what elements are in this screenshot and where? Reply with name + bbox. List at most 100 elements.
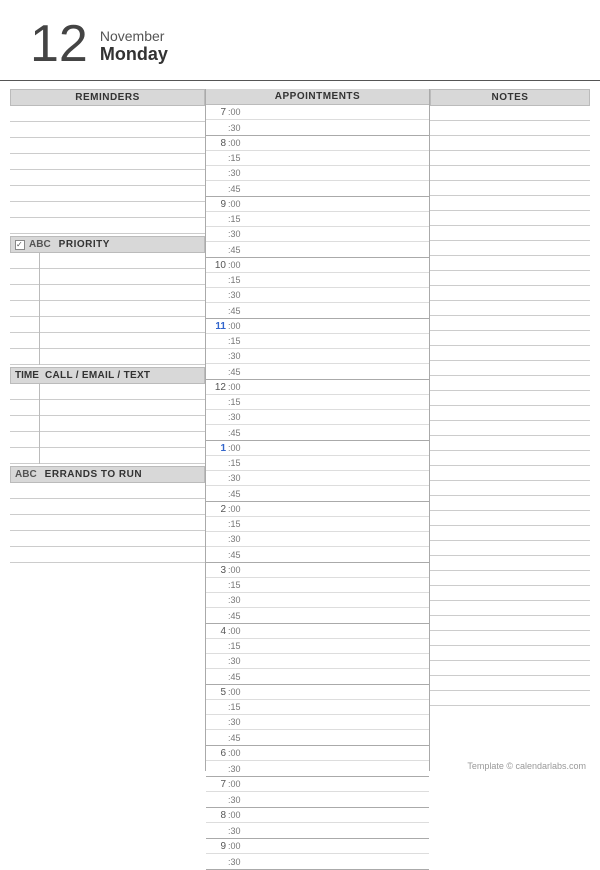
notes-line xyxy=(430,481,590,496)
left-column: REMINDERS ABC PRIORITY xyxy=(10,89,205,771)
notes-line xyxy=(430,676,590,691)
appt-hour-num: 1 xyxy=(206,443,228,454)
appt-min-label: :45 xyxy=(228,306,246,316)
appt-line xyxy=(246,151,429,165)
appt-min-label: :30 xyxy=(228,534,246,544)
appt-min-label: :30 xyxy=(228,826,246,836)
appt-line xyxy=(246,563,429,577)
appt-slot: 7:00 xyxy=(206,105,429,120)
appt-line xyxy=(246,808,429,822)
appt-line xyxy=(246,777,429,791)
notes-line xyxy=(430,136,590,151)
notes-lines xyxy=(430,106,590,706)
appt-hour-group: 12:00:15:30:45 xyxy=(206,380,429,441)
errands-line xyxy=(10,483,205,499)
notes-line xyxy=(430,496,590,511)
appt-min-label: :30 xyxy=(228,412,246,422)
reminders-lines xyxy=(10,106,205,234)
notes-line xyxy=(430,346,590,361)
appt-hour-num: 8 xyxy=(206,138,228,149)
appt-line xyxy=(246,502,429,516)
call-main-label: CALL / EMAIL / TEXT xyxy=(45,370,150,381)
appt-min-label: :15 xyxy=(228,641,246,651)
priority-line xyxy=(40,301,205,317)
main-content: REMINDERS ABC PRIORITY xyxy=(0,89,600,771)
appt-min-label: :30 xyxy=(228,229,246,239)
errands-section: ABC ERRANDS TO RUN xyxy=(10,466,205,563)
notes-line xyxy=(430,466,590,481)
appt-min-label: :00 xyxy=(228,504,246,514)
appt-line xyxy=(246,212,429,226)
notes-line xyxy=(430,391,590,406)
appt-min-label: :30 xyxy=(228,290,246,300)
notes-line xyxy=(430,526,590,541)
appt-min-label: :30 xyxy=(228,656,246,666)
appt-min-label: :30 xyxy=(228,168,246,178)
appt-line xyxy=(246,669,429,684)
priority-label: PRIORITY xyxy=(59,239,110,250)
priority-line xyxy=(40,253,205,269)
appt-hour-group: 9:00:30 xyxy=(206,839,429,870)
appt-line xyxy=(246,608,429,623)
appt-line xyxy=(246,242,429,257)
call-col-wide xyxy=(40,384,205,464)
notes-line xyxy=(430,451,590,466)
notes-line xyxy=(430,436,590,451)
priority-checkbox[interactable] xyxy=(15,240,25,250)
page-header: 12 November Monday xyxy=(0,0,600,81)
call-line xyxy=(10,432,39,448)
appt-slot: :45 xyxy=(206,303,429,318)
notes-line xyxy=(430,106,590,121)
appt-slot: 3:00 xyxy=(206,563,429,578)
center-column: APPOINTMENTS 7:00:308:00:15:30:459:00:15… xyxy=(205,89,430,771)
appt-line xyxy=(246,654,429,668)
appt-hour-num: 10 xyxy=(206,260,228,271)
appt-slot: 5:00 xyxy=(206,685,429,700)
appt-slot: :30 xyxy=(206,854,429,869)
appt-slot: :30 xyxy=(206,227,429,242)
notes-line xyxy=(430,196,590,211)
errands-lines xyxy=(10,483,205,563)
appt-min-label: :15 xyxy=(228,397,246,407)
appt-line xyxy=(246,349,429,363)
appt-slot: :45 xyxy=(206,608,429,623)
errands-header: ABC ERRANDS TO RUN xyxy=(10,466,205,483)
appt-hour-num: 12 xyxy=(206,382,228,393)
appt-line xyxy=(246,685,429,699)
appt-slot: 7:00 xyxy=(206,777,429,792)
call-line xyxy=(10,416,39,432)
appt-slot: :45 xyxy=(206,730,429,745)
appt-hour-group: 11:00:15:30:45 xyxy=(206,319,429,380)
appt-min-label: :00 xyxy=(228,260,246,270)
appt-hour-group: 8:00:30 xyxy=(206,808,429,839)
appt-line xyxy=(246,517,429,531)
appt-line xyxy=(246,319,429,333)
appt-slot: 2:00 xyxy=(206,502,429,517)
priority-line xyxy=(40,269,205,285)
notes-line xyxy=(430,661,590,676)
appt-min-label: :30 xyxy=(228,473,246,483)
appt-hour-num: 4 xyxy=(206,626,228,637)
appt-line xyxy=(246,273,429,287)
appt-min-label: :00 xyxy=(228,138,246,148)
appt-min-label: :00 xyxy=(228,810,246,820)
notes-line xyxy=(430,361,590,376)
appt-min-label: :30 xyxy=(228,595,246,605)
appt-hour-group: 7:00:30 xyxy=(206,105,429,136)
priority-col-narrow xyxy=(10,253,40,365)
appt-line xyxy=(246,854,429,869)
notes-line xyxy=(430,286,590,301)
call-line xyxy=(40,416,205,432)
appt-min-label: :45 xyxy=(228,428,246,438)
reminder-line xyxy=(10,186,205,202)
notes-line xyxy=(430,226,590,241)
appt-hour-group: 10:00:15:30:45 xyxy=(206,258,429,319)
appt-min-label: :15 xyxy=(228,519,246,529)
appt-slot: :30 xyxy=(206,654,429,669)
weekday-label: Monday xyxy=(100,44,168,66)
appt-line xyxy=(246,532,429,546)
reminder-line xyxy=(10,138,205,154)
appt-hour-num: 9 xyxy=(206,199,228,210)
errands-line xyxy=(10,499,205,515)
appt-slot: :15 xyxy=(206,517,429,532)
